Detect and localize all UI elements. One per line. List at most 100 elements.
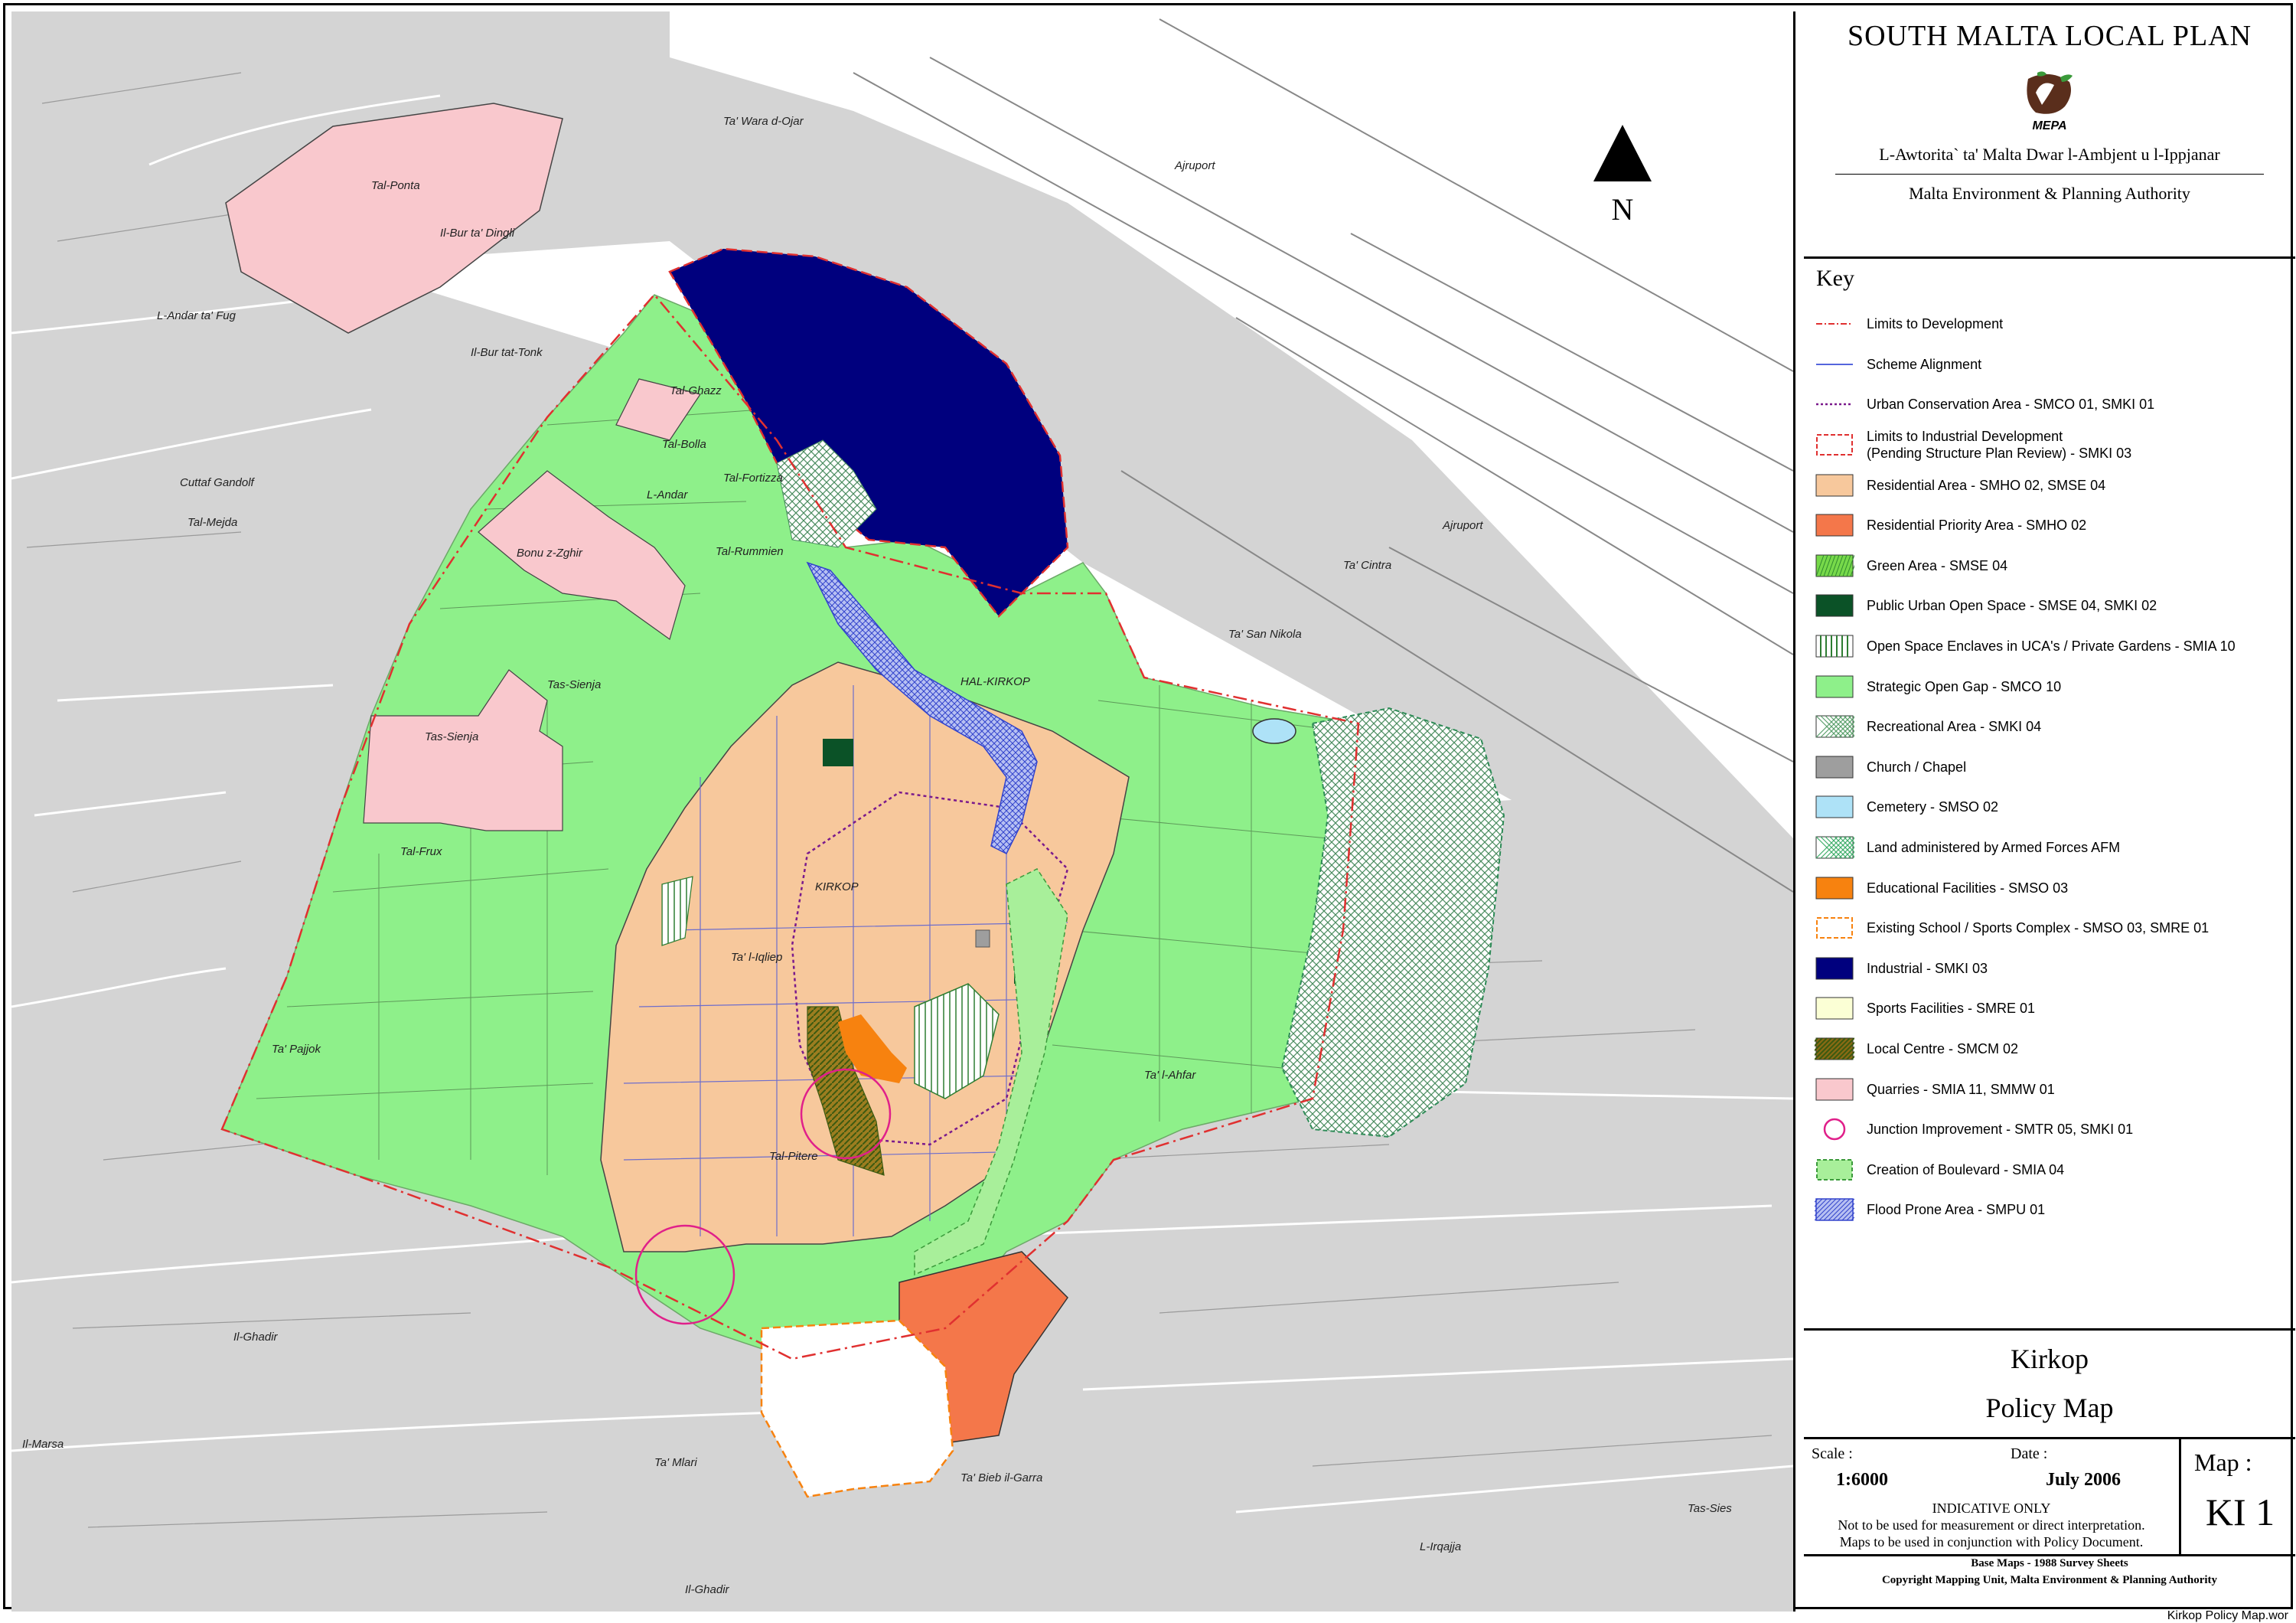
- place-label: Il-Ghadir: [685, 1583, 730, 1596]
- legend-symbol-icon: [1815, 674, 1854, 699]
- legend-label: Public Urban Open Space - SMSE 04, SMKI …: [1867, 598, 2157, 614]
- legend-symbol-icon: [1815, 1158, 1854, 1182]
- place-name: Kirkop: [2011, 1344, 2089, 1374]
- place-label: KIRKOP: [815, 880, 859, 893]
- map-panel[interactable]: Ta' Wara d-Ojar Tal-Ponta Il-Bur ta' Din…: [11, 11, 1795, 1612]
- legend-label: Local Centre - SMCM 02: [1867, 1040, 2019, 1056]
- legend-item: Urban Conservation Area - SMCO 01, SMKI …: [1815, 384, 2289, 425]
- legend-label: Land administered by Armed Forces AFM: [1867, 840, 2121, 856]
- legend-item: Scheme Alignment: [1815, 345, 2289, 385]
- footer: Base Maps - 1988 Survey Sheets Copyright…: [1804, 1555, 2295, 1589]
- copyright-credit: Copyright Mapping Unit, Malta Environmen…: [1881, 1574, 2218, 1586]
- mepa-logo: MEPA: [2019, 71, 2080, 134]
- legend-item: Limits to Industrial Development (Pendin…: [1815, 425, 2289, 465]
- legend-label: Scheme Alignment: [1867, 356, 1982, 372]
- place-label: Ta' San Nikola: [1228, 628, 1302, 641]
- legend-label: Open Space Enclaves in UCA's / Private G…: [1867, 638, 2236, 655]
- legend-item: Green Area - SMSE 04: [1815, 546, 2289, 586]
- place-label: Ta' Mlari: [654, 1456, 697, 1469]
- authority-name-english: Malta Environment & Planning Authority: [1909, 184, 2190, 203]
- map-type: Policy Map: [1985, 1393, 2114, 1423]
- legend-label: Limits to Industrial Development (Pendin…: [1867, 429, 2132, 462]
- place-label: Il-Bur ta' Dingli: [440, 227, 515, 240]
- title-divider: [1835, 174, 2264, 175]
- map-label: Map :: [2194, 1448, 2252, 1476]
- place-label: Ajruport: [1174, 159, 1215, 172]
- place-label: Ta' Pajjok: [272, 1043, 322, 1056]
- legend-item: Limits to Development: [1815, 304, 2289, 345]
- place-label: Tal-Pitere: [769, 1150, 818, 1163]
- legend-label: Flood Prone Area - SMPU 01: [1867, 1202, 2046, 1218]
- legend-label: Strategic Open Gap - SMCO 10: [1867, 678, 2062, 694]
- place-label: Ta' Cintra: [1343, 559, 1391, 572]
- map-canvas[interactable]: Ta' Wara d-Ojar Tal-Ponta Il-Bur ta' Din…: [11, 11, 1793, 1612]
- legend-label: Quarries - SMIA 11, SMMW 01: [1867, 1081, 2055, 1097]
- legend-label: Urban Conservation Area - SMCO 01, SMKI …: [1867, 397, 2155, 413]
- place-label: Tal-Fortizza: [723, 472, 783, 485]
- legend-item: Open Space Enclaves in UCA's / Private G…: [1815, 626, 2289, 667]
- indicative-notice: INDICATIVE ONLY: [1932, 1501, 2051, 1516]
- cemetery[interactable]: [1252, 718, 1296, 744]
- church[interactable]: [975, 929, 990, 948]
- place-label: Tal-Rummien: [716, 545, 784, 558]
- policy-note: Maps to be used in conjunction with Poli…: [1839, 1534, 2144, 1550]
- place-label: Ajruport: [1442, 519, 1483, 532]
- legend-symbol-icon: [1815, 755, 1854, 779]
- legend-item: Industrial - SMKI 03: [1815, 949, 2289, 989]
- place-label: L-Andar: [647, 488, 688, 501]
- place-label: Tas-Sienja: [425, 730, 478, 743]
- date-value: July 2006: [2046, 1470, 2122, 1490]
- meta-block: Scale : Date : 1:6000 July 2006 INDICATI…: [1804, 1437, 2295, 1556]
- legend-item: Land administered by Armed Forces AFM: [1815, 828, 2289, 868]
- legend-symbol-icon: [1815, 554, 1859, 578]
- legend-symbol-icon: [1815, 956, 1854, 981]
- legend-symbol-icon: [1815, 593, 1854, 618]
- plan-title: SOUTH MALTA LOCAL PLAN: [1847, 20, 2252, 52]
- north-arrow: N: [1588, 125, 1657, 227]
- legend-item: Public Urban Open Space - SMSE 04, SMKI …: [1815, 586, 2289, 626]
- date-label: Date :: [2011, 1445, 2048, 1462]
- place-label: L-Andar ta' Fug: [157, 309, 236, 322]
- legend-label: Church / Chapel: [1867, 759, 1967, 775]
- legend-label: Residential Priority Area - SMHO 02: [1867, 518, 2087, 534]
- public-open-space-1[interactable]: [823, 739, 853, 766]
- legend-symbol-icon: [1815, 876, 1854, 900]
- mepa-logo-icon: MEPA: [2027, 71, 2073, 132]
- place-label: Tal-Ponta: [371, 179, 420, 192]
- place-label: Il-Bur tat-Tonk: [471, 346, 543, 359]
- title-block: SOUTH MALTA LOCAL PLAN MEPA L-Awtorita` …: [1804, 11, 2295, 259]
- place-label: Tal-Ghazz: [670, 384, 722, 397]
- legend-item: Creation of Boulevard - SMIA 04: [1815, 1149, 2289, 1190]
- legend-symbol-icon: [1815, 513, 1854, 537]
- legend-symbol-icon: [1815, 473, 1854, 498]
- legend-symbol-icon: [1815, 916, 1854, 940]
- legend-item: Strategic Open Gap - SMCO 10: [1815, 666, 2289, 707]
- legend-symbol-icon: [1815, 996, 1854, 1020]
- file-name: Kirkop Policy Map.wor: [2167, 1609, 2288, 1622]
- legend-symbol-icon: [1815, 312, 1854, 336]
- place-label: Tas-Sienja: [547, 678, 601, 691]
- place-label: Tal-Frux: [400, 845, 442, 858]
- place-label: Il-Ghadir: [233, 1331, 279, 1344]
- legend-symbol-icon: [1815, 392, 1854, 416]
- legend-symbol-icon: [1815, 352, 1854, 377]
- place-label: Tal-Mejda: [188, 516, 237, 529]
- scale-date-block: Scale : Date : 1:6000 July 2006 INDICATI…: [1804, 1439, 2181, 1554]
- scale-label: Scale :: [1812, 1445, 1853, 1462]
- legend-list: Limits to Development Scheme Alignment Urb…: [1795, 304, 2289, 1230]
- legend-item: Sports Facilities - SMRE 01: [1815, 988, 2289, 1029]
- legend-item: Residential Priority Area - SMHO 02: [1815, 505, 2289, 546]
- legend-symbol-icon: [1815, 835, 1875, 860]
- place-label: HAL-KIRKOP: [960, 675, 1030, 688]
- place-label: L-Irqajja: [1420, 1540, 1461, 1553]
- map-id: KI 1: [2205, 1491, 2275, 1533]
- legend-label: Sports Facilities - SMRE 01: [1867, 1001, 2036, 1017]
- legend-symbol-icon: [1815, 795, 1854, 819]
- legend-label: Residential Area - SMHO 02, SMSE 04: [1867, 477, 2106, 493]
- place-label: Ta' Wara d-Ojar: [723, 115, 804, 128]
- legend-label: Limits to Development: [1867, 316, 2004, 332]
- scale-value: 1:6000: [1836, 1470, 1888, 1490]
- place-label: Tas-Sies: [1688, 1502, 1732, 1515]
- legend-item: Recreational Area - SMKI 04: [1815, 707, 2289, 747]
- legend-item: Residential Area - SMHO 02, SMSE 04: [1815, 465, 2289, 505]
